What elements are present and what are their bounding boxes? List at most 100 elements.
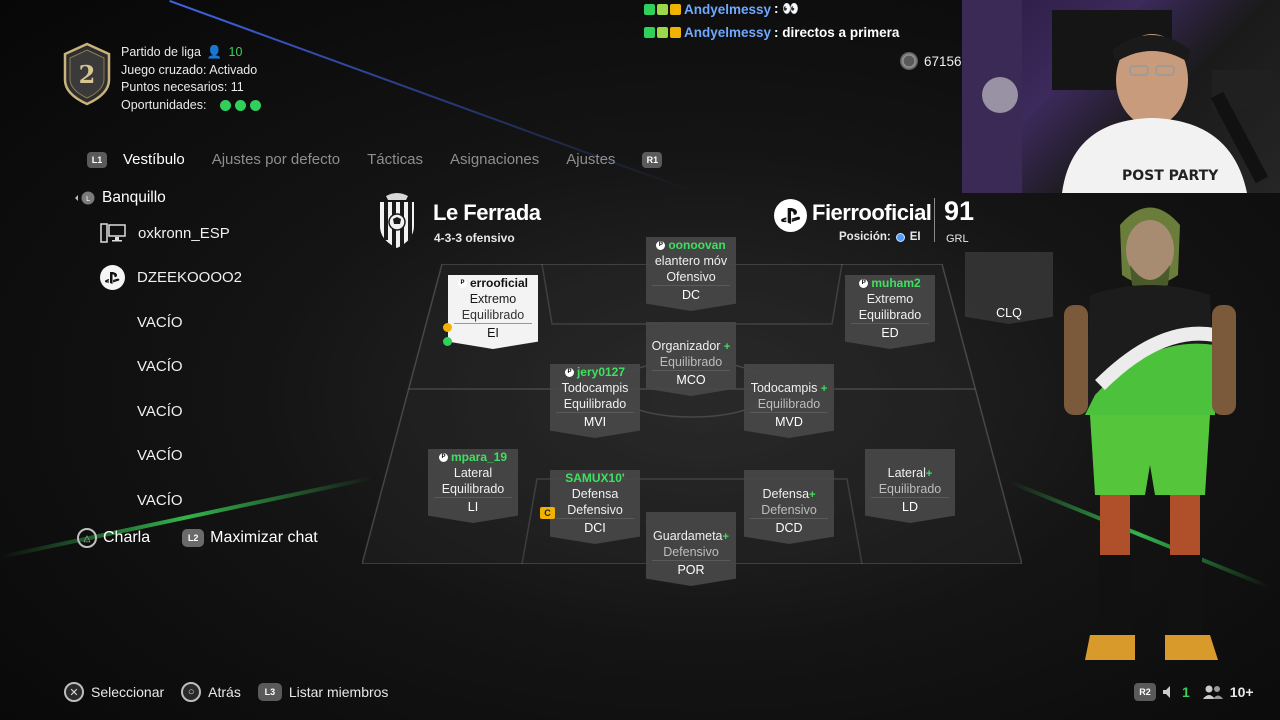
l3-button-icon: L3 (257, 683, 282, 701)
lobby-member-list: L Banquillo oxkronn_ESP DZEEKOOOO2 VACÍO… (74, 188, 364, 568)
tab-ajustes[interactable]: Ajustes (566, 151, 615, 168)
chat-username: Andyelmessy (684, 1, 772, 17)
chat-message-1: Andyelmessy : 👀 (644, 1, 799, 17)
player-card-mco[interactable]: Organizador + Equilibrado MCO (646, 322, 736, 396)
list-members-control[interactable]: L3 Listar miembros (257, 683, 388, 701)
club-crest-icon (380, 193, 414, 248)
lobby-member-7[interactable]: VACÍO (137, 492, 183, 509)
player-style: Equilibrado (563, 397, 627, 411)
bench-header[interactable]: L Banquillo (74, 188, 364, 208)
player-position: MVI (556, 412, 634, 431)
chat-message-text: : directos a primera (774, 25, 900, 40)
division-badge-icon: 2 (63, 42, 111, 106)
player-card-dci[interactable]: SAMUX10' Defensa Defensivo DCI (550, 470, 640, 544)
rating-divider (934, 198, 935, 242)
captain-badge-icon: C (540, 507, 555, 519)
plus-icon: + (723, 341, 731, 353)
match-info-panel: Partido de liga 👤 10 Juego cruzado: Acti… (121, 44, 265, 114)
plus-icon: + (722, 531, 729, 543)
lobby-member-3[interactable]: VACÍO (137, 314, 183, 331)
empty-slot-label: VACÍO (137, 447, 183, 464)
player-name: SAMUX10' (565, 471, 625, 485)
player-model-image (1064, 207, 1236, 660)
plus-icon: + (925, 468, 933, 480)
chat-badges-icon (644, 3, 681, 15)
plus-icon: + (820, 383, 828, 395)
chance-dot-icon (235, 99, 247, 111)
lobby-member-2[interactable]: DZEEKOOOO2 (100, 265, 242, 290)
webcam-scene-image: POST PARTY (962, 0, 1272, 193)
chat-message-2: Andyelmessy : directos a primera (644, 25, 899, 40)
user-position: Posición: EI (839, 231, 921, 243)
crossplay-status: Juego cruzado: Activado (121, 62, 258, 77)
r2-button-icon[interactable]: R2 (1134, 683, 1156, 701)
chat-label[interactable]: Charla (103, 529, 150, 547)
lobby-member-name: oxkronn_ESP (138, 224, 230, 242)
empty-name-row (646, 512, 736, 528)
tab-vestibulo[interactable]: Vestíbulo (123, 151, 185, 168)
player-card-ld[interactable]: Lateral+ Equilibrado LD (865, 449, 955, 523)
user-platform-playstation-icon (774, 199, 807, 232)
player-role: Extremo (469, 292, 517, 306)
match-mode: Partido de liga (121, 45, 201, 59)
player-card-dc[interactable]: Poonoovan elantero móv Ofensivo DC (646, 237, 736, 311)
lobby-member-6[interactable]: VACÍO (137, 447, 183, 464)
r1-button-icon[interactable]: R1 (642, 151, 663, 168)
triangle-button-icon[interactable]: △ (77, 528, 97, 548)
player-card-dcd[interactable]: Defensa+ Defensivo DCD (744, 470, 834, 544)
coin-icon (900, 52, 918, 70)
player-role: Guardameta (653, 529, 723, 543)
pc-icon (100, 223, 126, 243)
l2-button-icon[interactable]: L2 (182, 529, 205, 547)
left-stick-icon: L (75, 191, 95, 205)
tab-ajustes-por-defecto[interactable]: Ajustes por defecto (212, 151, 340, 168)
player-card-por[interactable]: Guardameta+ Defensivo POR (646, 512, 736, 586)
chance-dot-icon (220, 99, 232, 111)
player-position: DC (652, 285, 730, 304)
player-role: Lateral (887, 466, 926, 480)
empty-name-row (646, 322, 736, 338)
l1-button-icon[interactable]: L1 (87, 151, 107, 168)
empty-name-row (865, 449, 955, 465)
player-role: Defensa (571, 487, 619, 501)
player-card-mvi[interactable]: Pjery0127 Todocampis Equilibrado MVI (550, 364, 640, 438)
player-position: LI (434, 497, 512, 516)
back-control[interactable]: ○ Atrás (181, 682, 241, 702)
player-name: oonoovan (668, 238, 726, 252)
maximize-chat-label[interactable]: Maximizar chat (210, 529, 318, 547)
tab-tacticas[interactable]: Tácticas (367, 151, 423, 168)
player-card-ei[interactable]: Perrooficial Extremo Equilibrado EI (448, 275, 538, 349)
playstation-icon (100, 265, 125, 290)
player-position: DCD (750, 518, 828, 537)
lobby-member-name: DZEEKOOOO2 (137, 269, 243, 286)
player-position: EI (454, 323, 532, 342)
player-count-icon: 👤 (206, 45, 223, 59)
empty-name-row (744, 364, 834, 380)
player-card-ed[interactable]: Pmuham2 Extremo Equilibrado ED (845, 275, 935, 349)
lobby-member-4[interactable]: VACÍO (137, 358, 183, 375)
player-card-mvd[interactable]: Todocampis + Equilibrado MVD (744, 364, 834, 438)
lobby-member-5[interactable]: VACÍO (137, 403, 183, 420)
lobby-member-1[interactable]: oxkronn_ESP (100, 222, 230, 244)
select-control[interactable]: ✕ Seleccionar (64, 682, 164, 702)
player-card-clq[interactable]: CLQ (965, 252, 1053, 324)
player-card-li[interactable]: Pmpara_19 Lateral Equilibrado LI (428, 449, 518, 523)
controls-hint-bar: ✕ Seleccionar ○ Atrás L3 Listar miembros (64, 682, 405, 702)
player-style: Equilibrado (757, 397, 821, 411)
current-user-name: Fierrooficial (812, 200, 932, 225)
player-style: Defensivo (567, 503, 623, 517)
position-value: EI (909, 231, 921, 243)
player-role: Organizador (651, 339, 721, 353)
player-style: Equilibrado (878, 482, 942, 496)
lobby-tab-bar: L1 Vestíbulo Ajustes por defecto Táctica… (87, 151, 663, 168)
mute-count: 1 (1182, 684, 1190, 700)
player-position: DCI (556, 518, 634, 537)
player-style: Equilibrado (461, 308, 525, 322)
player-name: muham2 (871, 276, 921, 290)
chances-dots (220, 99, 265, 111)
tab-asignaciones[interactable]: Asignaciones (450, 151, 539, 168)
position-dot-icon (895, 232, 905, 242)
division-level: 2 (79, 60, 96, 89)
player-style: Equilibrado (858, 308, 922, 322)
player-style: Ofensivo (666, 270, 716, 284)
